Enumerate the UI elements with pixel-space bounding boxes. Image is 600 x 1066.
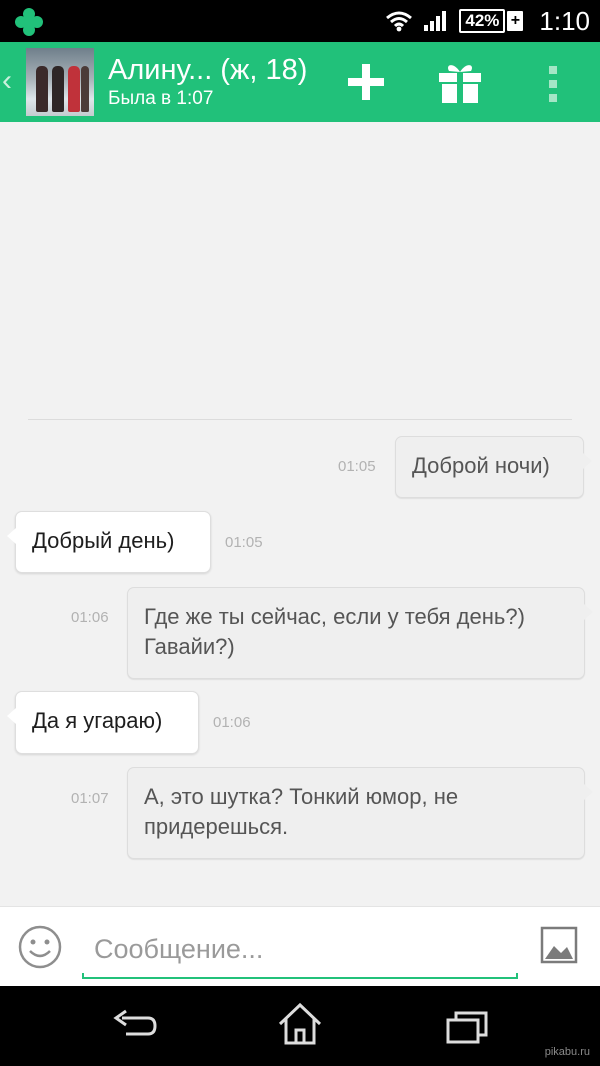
back-icon[interactable] — [112, 1008, 158, 1044]
incoming-message[interactable]: Добрый день) — [7, 511, 211, 573]
status-bar: 42% + 1:10 — [0, 0, 600, 42]
message-time: 01:06 — [213, 714, 251, 731]
incoming-message[interactable]: Да я угараю) — [7, 691, 199, 754]
gift-icon[interactable] — [437, 60, 483, 104]
message-input[interactable] — [82, 923, 518, 975]
system-nav-bar: pikabu.ru — [0, 986, 600, 1066]
composer — [0, 906, 600, 987]
outgoing-message[interactable]: Где же ты сейчас, если у тебя день?) Гав… — [127, 587, 593, 679]
message-time: 01:07 — [71, 790, 109, 807]
add-icon[interactable] — [346, 62, 386, 102]
chat-title[interactable]: Алину... (ж, 18) — [108, 54, 307, 87]
message-time: 01:05 — [338, 458, 376, 475]
back-chevron-icon[interactable]: ‹ — [2, 64, 12, 98]
app-logo-icon — [15, 8, 43, 36]
battery-level: 42% — [459, 9, 506, 33]
avatar[interactable] — [26, 48, 94, 116]
emoji-icon[interactable] — [18, 925, 62, 969]
status-time: 1:10 — [539, 5, 590, 36]
divider — [28, 419, 572, 420]
input-underline — [82, 973, 518, 979]
message-time: 01:05 — [225, 534, 263, 551]
charging-indicator: + — [507, 11, 524, 31]
home-icon[interactable] — [276, 1002, 324, 1046]
wifi-icon — [386, 11, 413, 32]
chat-header: ‹ Алину... (ж, 18) Была в 1:07 — [0, 42, 600, 122]
outgoing-message[interactable]: А, это шутка? Тонкий юмор, не придерешьс… — [127, 767, 593, 859]
message-time: 01:06 — [71, 609, 109, 626]
battery-icon: 42% + — [459, 9, 524, 33]
attach-image-icon[interactable] — [540, 926, 578, 964]
recent-apps-icon[interactable] — [446, 1010, 488, 1044]
outgoing-message[interactable]: Доброй ночи) — [395, 436, 592, 498]
watermark: pikabu.ru — [544, 1046, 590, 1058]
cell-signal-icon — [424, 11, 447, 31]
last-seen-status: Была в 1:07 — [108, 88, 214, 109]
more-vert-icon[interactable] — [548, 64, 558, 104]
